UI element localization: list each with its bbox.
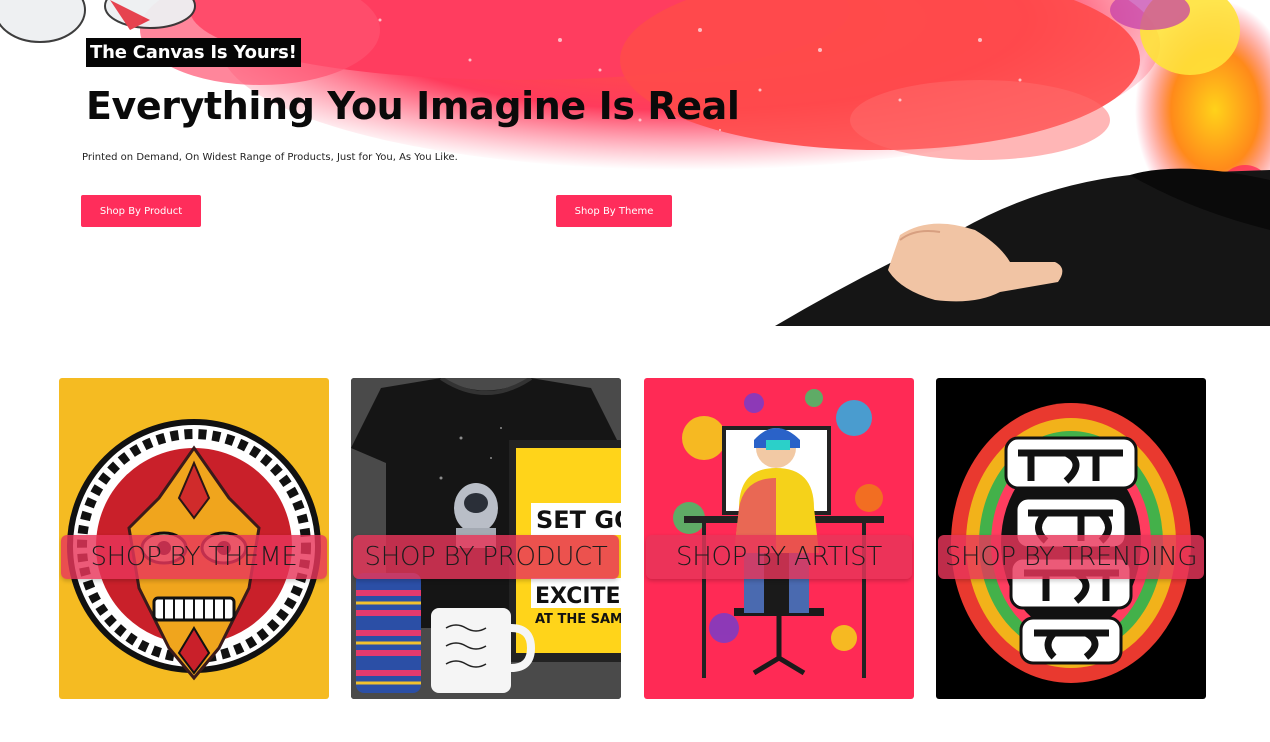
- category-card-trending[interactable]: SHOP BY TRENDING: [936, 378, 1206, 699]
- category-label: SHOP BY TRENDING: [938, 535, 1204, 579]
- category-label: SHOP BY PRODUCT: [353, 535, 619, 579]
- hero-headline: Everything You Imagine Is Real: [86, 84, 740, 128]
- poster-text-2: EXCITE Y: [535, 584, 621, 609]
- category-label: SHOP BY ARTIST: [646, 535, 912, 579]
- shop-by-theme-button[interactable]: Shop By Theme: [556, 195, 672, 227]
- shop-by-product-button[interactable]: Shop By Product: [81, 195, 201, 227]
- poster-text-1: SET GOA: [536, 506, 621, 534]
- poster-text-3: AT THE SAME: [535, 612, 621, 627]
- category-card-product[interactable]: SET GOA EXCITE Y AT THE SAME SHOP BY PRO…: [351, 378, 621, 699]
- hero-tagline: The Canvas Is Yours!: [86, 38, 301, 67]
- hero-subtext: Printed on Demand, On Widest Range of Pr…: [82, 152, 458, 163]
- category-label: SHOP BY THEME: [61, 535, 327, 579]
- category-card-artist[interactable]: SHOP BY ARTIST: [644, 378, 914, 699]
- category-card-theme[interactable]: SHOP BY THEME: [59, 378, 329, 699]
- hero-banner: The Canvas Is Yours! Everything You Imag…: [0, 0, 1270, 326]
